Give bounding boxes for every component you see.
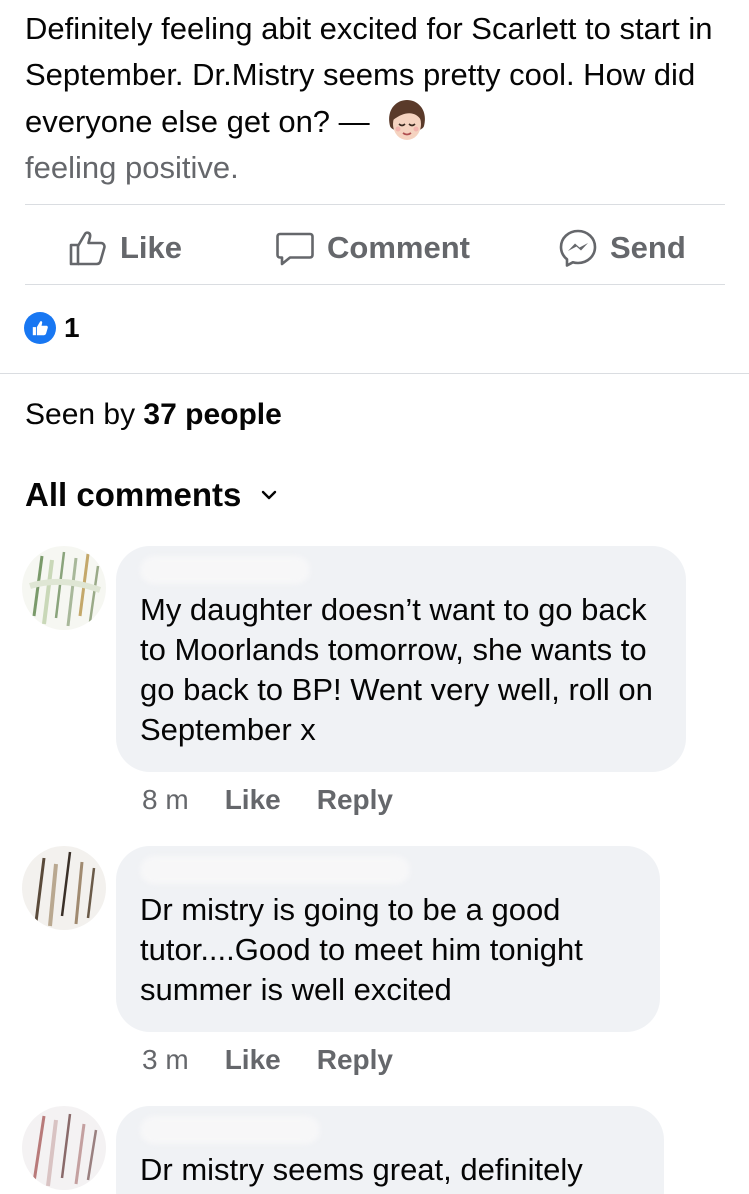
avatar[interactable] <box>22 546 106 630</box>
comment-text: Dr mistry seems great, definitely <box>140 1152 583 1187</box>
chevron-down-icon <box>262 490 277 500</box>
post-action-bar: Like Comment Send <box>0 206 749 284</box>
relieved-face-emoji-icon <box>384 98 430 144</box>
comment-reply-button[interactable]: Reply <box>317 784 393 816</box>
avatar[interactable] <box>22 1106 106 1190</box>
seen-by-count: 37 people <box>143 398 282 431</box>
post-body: Definitely feeling abit excited for Scar… <box>25 11 713 139</box>
commenter-name-redacted <box>140 846 636 890</box>
divider <box>25 284 725 285</box>
seen-by-prefix: Seen by <box>25 398 144 431</box>
section-divider <box>0 373 749 374</box>
send-button-label: Send <box>610 230 686 265</box>
commenter-name-redacted <box>140 546 662 590</box>
comment-reply-button[interactable]: Reply <box>317 1044 393 1076</box>
reaction-summary[interactable]: 1 <box>24 312 80 344</box>
comment-meta: 8 m Like Reply <box>142 784 429 816</box>
comment-meta: 3 m Like Reply <box>142 1044 429 1076</box>
like-reaction-icon <box>24 312 56 344</box>
comment-text: My daughter doesn’t want to go back to M… <box>140 592 653 747</box>
comment-button[interactable]: Comment <box>275 228 470 268</box>
divider <box>25 204 725 205</box>
post-text: Definitely feeling abit excited for Scar… <box>25 6 715 191</box>
reaction-count: 1 <box>64 312 80 343</box>
seen-by[interactable]: Seen by 37 people <box>25 398 282 432</box>
like-button[interactable]: Like <box>68 228 182 268</box>
comment-text: Dr mistry is going to be a good tutor...… <box>140 892 583 1007</box>
commenter-name-redacted <box>140 1106 640 1150</box>
comment-sort-label: All comments <box>25 476 242 513</box>
like-button-label: Like <box>120 230 183 265</box>
thumbs-up-icon <box>69 231 106 266</box>
messenger-icon <box>559 229 597 267</box>
comment-bubble[interactable]: Dr mistry is going to be a good tutor...… <box>116 846 660 1032</box>
comment-bubble[interactable]: Dr mistry seems great, definitely <box>116 1106 664 1194</box>
feeling-text: feeling positive. <box>25 150 239 185</box>
comment-bubble-icon <box>276 232 314 266</box>
send-button[interactable]: Send <box>558 228 686 268</box>
comment-timestamp: 3 m <box>142 1044 189 1075</box>
comment-like-button[interactable]: Like <box>225 784 281 816</box>
comment-timestamp: 8 m <box>142 784 189 815</box>
avatar[interactable] <box>22 846 106 930</box>
comment-bubble[interactable]: My daughter doesn’t want to go back to M… <box>116 546 686 772</box>
comment-sort-dropdown[interactable]: All comments <box>25 476 279 514</box>
comment-button-label: Comment <box>327 230 470 265</box>
comment-like-button[interactable]: Like <box>225 1044 281 1076</box>
